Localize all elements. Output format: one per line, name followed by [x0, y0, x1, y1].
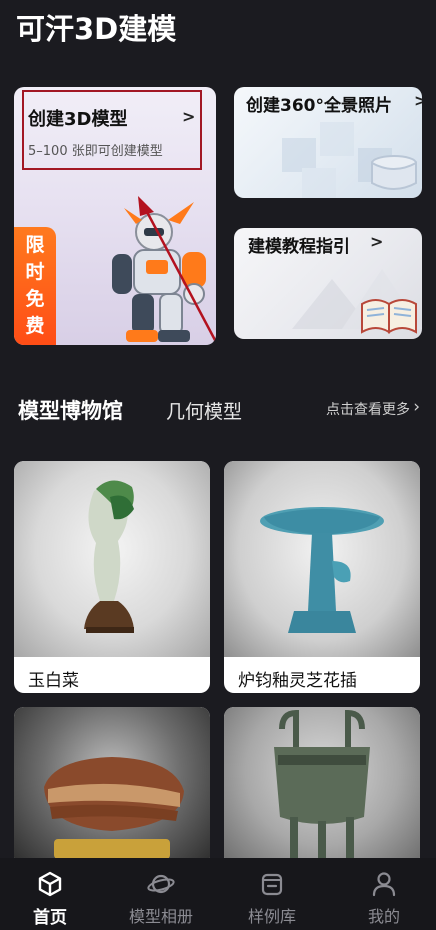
- model-thumbnail: [14, 707, 210, 867]
- nav-item-home[interactable]: 首页: [0, 858, 100, 930]
- app-screen: 可汗3D建模 创建3D模型 > 5–100 张即可创建模型 限 时 免 费 创建…: [0, 0, 436, 930]
- nav-item-profile[interactable]: 我的: [334, 858, 434, 930]
- create-3d-subtitle: 5–100 张即可创建模型: [28, 144, 163, 159]
- nav-label: 我的: [367, 907, 400, 926]
- annotation-arrow: [138, 196, 216, 345]
- app-title: 可汗3D建模: [16, 12, 177, 46]
- modeling-tutorial-card[interactable]: 建模教程指引 >: [234, 228, 422, 339]
- model-card-glazed-vase[interactable]: 炉钧釉灵芝花插: [224, 461, 420, 693]
- nav-label: 样例库: [247, 907, 296, 926]
- nav-item-album[interactable]: 模型相册: [111, 858, 211, 930]
- cube-icon: [38, 871, 62, 897]
- tab-geometric-models[interactable]: 几何模型: [166, 397, 242, 424]
- chevron-right-icon: >: [182, 107, 196, 126]
- nav-label: 模型相册: [128, 907, 193, 926]
- nav-item-samples[interactable]: 样例库: [222, 858, 322, 930]
- model-caption: 玉白菜: [28, 671, 79, 691]
- chevron-right-icon: >: [414, 91, 422, 110]
- model-thumbnail: [224, 461, 420, 657]
- view-more-link[interactable]: 点击查看更多: [326, 399, 410, 419]
- tutorial-title: 建模教程指引: [248, 237, 350, 257]
- user-icon: [372, 872, 396, 897]
- museum-section-title: 模型博物馆: [18, 399, 123, 423]
- chevron-right-icon: >: [370, 232, 384, 251]
- model-thumbnail: [14, 461, 210, 657]
- planet-icon: [147, 874, 175, 894]
- limited-free-badge: 限 时 免 费: [14, 227, 56, 345]
- create-3d-title: 创建3D模型: [28, 109, 128, 130]
- create-panorama-card[interactable]: 创建360°全景照片 >: [234, 87, 422, 198]
- box-icon: [261, 873, 283, 896]
- create-3d-model-card[interactable]: 创建3D模型 > 5–100 张即可创建模型 限 时 免 费: [14, 87, 216, 345]
- panorama-icon: [371, 155, 417, 190]
- book-icon: [361, 299, 417, 334]
- bottom-nav: 首页 模型相册 样例库 我的: [0, 858, 436, 930]
- model-caption: 炉钧釉灵芝花插: [238, 671, 357, 691]
- model-card-meat-stone[interactable]: [14, 707, 210, 867]
- chevron-right-icon[interactable]: ›: [413, 397, 420, 417]
- panorama-title: 创建360°全景照片: [246, 96, 392, 116]
- nav-label: 首页: [33, 908, 67, 928]
- model-card-bronze-ding[interactable]: [224, 707, 420, 867]
- model-thumbnail: [224, 707, 420, 867]
- model-card-jade-cabbage[interactable]: 玉白菜: [14, 461, 210, 693]
